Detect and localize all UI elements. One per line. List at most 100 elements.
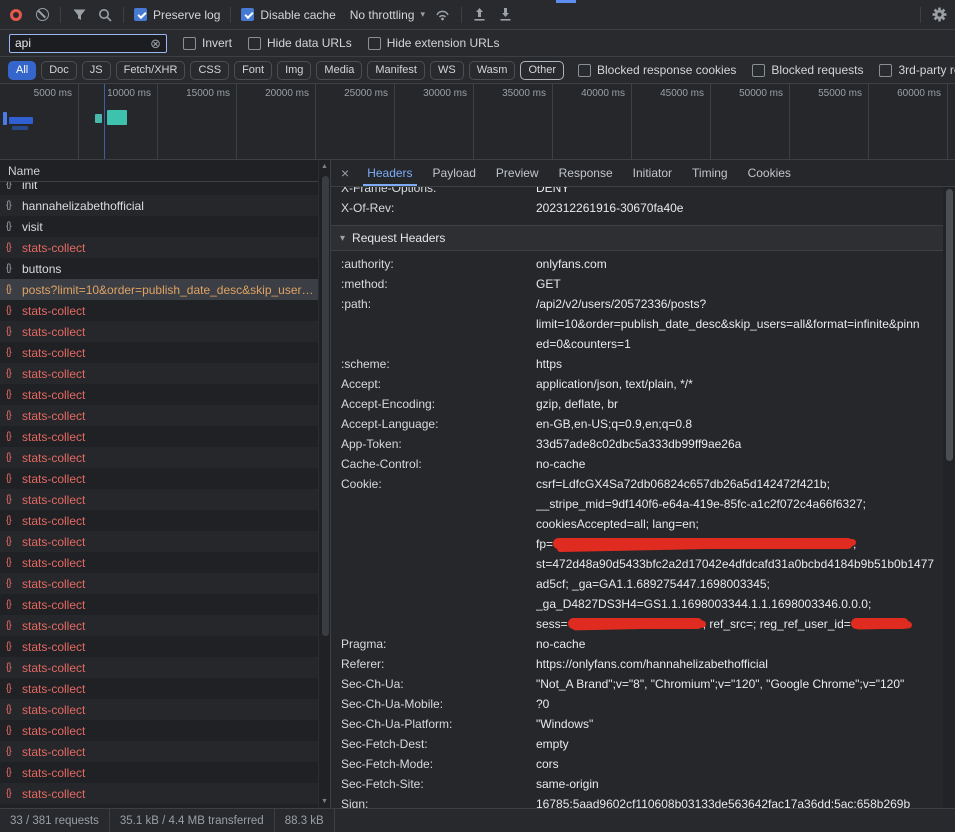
type-filter-img[interactable]: Img — [277, 61, 311, 80]
request-row[interactable]: {}stats-collect — [0, 552, 318, 573]
tab-cookies[interactable]: Cookies — [738, 160, 801, 186]
tab-preview[interactable]: Preview — [486, 160, 549, 186]
tab-timing[interactable]: Timing — [682, 160, 738, 186]
network-conditions-icon[interactable] — [435, 7, 451, 23]
request-row[interactable]: {}stats-collect — [0, 405, 318, 426]
type-filter-all[interactable]: All — [8, 61, 36, 80]
tab-initiator[interactable]: Initiator — [623, 160, 682, 186]
request-row[interactable]: {}stats-collect — [0, 741, 318, 762]
status-item: 88.3 kB — [275, 809, 335, 832]
close-details-icon[interactable]: × — [341, 166, 349, 180]
header-value: /api2/v2/users/20572336/posts?limit=10&o… — [536, 294, 943, 354]
search-icon[interactable] — [97, 7, 113, 23]
filter-icon[interactable] — [71, 7, 87, 23]
throttling-dropdown[interactable]: No throttling ▾ — [350, 8, 425, 22]
request-row[interactable]: {}stats-collect — [0, 489, 318, 510]
request-row[interactable]: {}init — [0, 182, 318, 195]
settings-gear-icon[interactable] — [931, 7, 947, 23]
type-filter-font[interactable]: Font — [234, 61, 272, 80]
scrollbar-thumb[interactable] — [322, 176, 329, 636]
header-value: gzip, deflate, br — [536, 394, 943, 414]
request-row[interactable]: {}stats-collect — [0, 342, 318, 363]
header-name: Sec-Fetch-Dest: — [341, 734, 536, 754]
checkbox-unchecked-icon — [578, 64, 591, 77]
request-row[interactable]: {}stats-collect — [0, 447, 318, 468]
header-name: Accept-Encoding: — [341, 394, 536, 414]
type-filter-fetch-xhr[interactable]: Fetch/XHR — [116, 61, 186, 80]
json-request-icon: {} — [6, 200, 22, 211]
timeline-overview[interactable]: 5000 ms10000 ms15000 ms20000 ms25000 ms3… — [0, 84, 955, 160]
request-row[interactable]: {}stats-collect — [0, 384, 318, 405]
hide-data-urls-checkbox[interactable]: Hide data URLs — [248, 36, 352, 50]
request-row[interactable]: {}stats-collect — [0, 678, 318, 699]
header-value: "Windows" — [536, 714, 943, 734]
tab-payload[interactable]: Payload — [423, 160, 486, 186]
scroll-up-icon[interactable]: ▲ — [321, 163, 328, 170]
filter-input-box[interactable]: ⊗ — [9, 34, 167, 53]
type-filter-wasm[interactable]: Wasm — [469, 61, 516, 80]
name-column-header[interactable]: Name — [0, 160, 330, 182]
request-row[interactable]: {}stats-collect — [0, 321, 318, 342]
request-name: stats-collect — [22, 535, 89, 549]
header-name: Referer: — [341, 654, 536, 674]
import-har-icon[interactable] — [472, 7, 488, 23]
scrollbar-thumb[interactable] — [946, 189, 953, 461]
type-filter-manifest[interactable]: Manifest — [367, 61, 425, 80]
record-network-log-icon[interactable] — [10, 9, 22, 21]
header-name: Cache-Control: — [341, 454, 536, 474]
filter-checkbox-3rd-party-requests[interactable]: 3rd-party requests — [879, 63, 955, 77]
request-row[interactable]: {}stats-collect — [0, 636, 318, 657]
filter-input[interactable] — [15, 36, 146, 50]
clear-filter-icon[interactable]: ⊗ — [150, 37, 161, 50]
request-row[interactable]: {}stats-collect — [0, 573, 318, 594]
request-row[interactable]: {}stats-collect — [0, 531, 318, 552]
hide-extension-urls-checkbox[interactable]: Hide extension URLs — [368, 36, 500, 50]
type-filter-css[interactable]: CSS — [190, 61, 229, 80]
filter-checkbox-blocked-requests[interactable]: Blocked requests — [752, 63, 863, 77]
timeline-tick-label: 40000 ms — [581, 88, 625, 99]
request-row[interactable]: {}stats-collect — [0, 237, 318, 258]
header-name: Pragma: — [341, 634, 536, 654]
type-filter-other[interactable]: Other — [520, 61, 564, 80]
request-row[interactable]: {}stats-collect — [0, 720, 318, 741]
request-row[interactable]: {}stats-collect — [0, 510, 318, 531]
request-row[interactable]: {}stats-collect — [0, 762, 318, 783]
request-row[interactable]: {}stats-collect — [0, 363, 318, 384]
details-scrollbar[interactable] — [943, 187, 955, 808]
header-row: Sec-Fetch-Site:same-origin — [331, 774, 943, 794]
request-row[interactable]: {}stats-collect — [0, 468, 318, 489]
request-row[interactable]: {}stats-collect — [0, 615, 318, 636]
type-filter-checkboxes: Blocked response cookies Blocked requests… — [578, 63, 955, 77]
request-headers-section-header[interactable]: ▾ Request Headers — [331, 225, 943, 251]
requests-scrollbar[interactable]: ▲ ▼ — [318, 160, 330, 808]
request-row[interactable]: {}posts?limit=10&order=publish_date_desc… — [0, 279, 318, 300]
header-name: X-Of-Rev: — [341, 198, 536, 218]
type-filter-media[interactable]: Media — [316, 61, 362, 80]
request-row[interactable]: {}stats-collect — [0, 300, 318, 321]
overview-activity-bar — [12, 126, 28, 130]
tab-response[interactable]: Response — [549, 160, 623, 186]
preserve-log-checkbox[interactable]: Preserve log — [134, 8, 220, 22]
type-filter-js[interactable]: JS — [82, 61, 111, 80]
type-filter-ws[interactable]: WS — [430, 61, 464, 80]
header-name: Sec-Ch-Ua-Mobile: — [341, 694, 536, 714]
disable-cache-checkbox[interactable]: Disable cache — [241, 8, 335, 22]
request-row[interactable]: {}stats-collect — [0, 783, 318, 804]
clear-network-log-icon[interactable] — [36, 8, 49, 21]
request-row[interactable]: {}stats-collect — [0, 594, 318, 615]
tab-headers[interactable]: Headers — [357, 160, 422, 186]
request-row[interactable]: {}visit — [0, 216, 318, 237]
type-filter-doc[interactable]: Doc — [41, 61, 77, 80]
header-name: App-Token: — [341, 434, 536, 454]
request-row[interactable]: {}stats-collect — [0, 426, 318, 447]
request-row[interactable]: {}stats-collect — [0, 657, 318, 678]
request-row[interactable]: {}buttons — [0, 258, 318, 279]
timeline-tick: 65000 ms — [948, 84, 955, 159]
scroll-down-icon[interactable]: ▼ — [321, 798, 328, 805]
request-name: hannahelizabethofficial — [22, 199, 148, 213]
request-row[interactable]: {}hannahelizabethofficial — [0, 195, 318, 216]
filter-checkbox-blocked-response-cookies[interactable]: Blocked response cookies — [578, 63, 736, 77]
export-har-icon[interactable] — [498, 7, 514, 23]
invert-checkbox[interactable]: Invert — [183, 36, 232, 50]
request-row[interactable]: {}stats-collect — [0, 699, 318, 720]
